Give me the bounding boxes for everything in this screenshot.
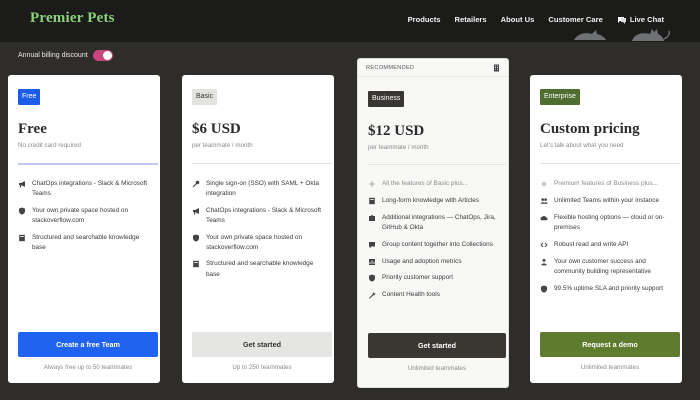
- plan-footnote: Unlimited teammates: [407, 365, 467, 372]
- feature-item: 99.5% uptime SLA and priority support: [540, 284, 676, 294]
- megaphone-icon: [192, 207, 200, 215]
- code-icon: [540, 241, 548, 249]
- feature-list: Premium features of Business plus... Unl…: [540, 179, 676, 301]
- plan-badge: Business: [368, 91, 405, 107]
- feature-item: Group content together into Collections: [368, 240, 502, 250]
- plan-badge: Enterprise: [540, 89, 580, 105]
- live-chat-label: Live Chat: [629, 15, 664, 24]
- feature-item: Additional integrations — ChatOps, Jira,…: [368, 213, 502, 234]
- plan-price: $12 USD: [368, 123, 425, 139]
- feature-list: Single sign-on (SSO) with SAML + Okta in…: [192, 179, 328, 286]
- plan-card-enterprise: Enterprise Custom pricing Let’s talk abo…: [530, 75, 682, 383]
- shield-icon: [18, 207, 26, 215]
- feature-item: Your own customer success and community …: [540, 257, 676, 278]
- plan-badge: Basic: [192, 89, 218, 105]
- plan-footnote: Always free up to 50 teammates: [43, 364, 133, 371]
- plus-icon: [540, 180, 548, 188]
- plan-divider: [540, 163, 680, 164]
- chart-icon: [368, 258, 376, 266]
- puzzle-icon: [368, 214, 376, 222]
- nav-item-products[interactable]: Products: [408, 15, 441, 24]
- feature-item: ChatOps integrations - Slack & Microsoft…: [18, 179, 154, 200]
- plan-price: Free: [18, 121, 47, 137]
- feature-item: Usage and adoption metrics: [368, 257, 502, 267]
- shield-icon: [540, 285, 548, 293]
- request-demo-button[interactable]: Request a demo: [540, 332, 680, 357]
- chat-bubble-icon: [617, 16, 626, 24]
- feature-item: Unlimited Teams within your instance: [540, 196, 676, 206]
- feature-item: Structured and searchable knowledge base: [18, 233, 154, 254]
- shield-icon: [192, 234, 200, 242]
- live-chat-link[interactable]: Live Chat: [617, 15, 664, 24]
- feature-item: Robust read and write API: [540, 240, 676, 250]
- plan-subtitle: No credit card required: [18, 142, 81, 149]
- book-icon: [18, 234, 26, 242]
- plan-card-business: RECOMMENDED Business $12 USD per teammat…: [357, 58, 509, 388]
- get-started-business-button[interactable]: Get started: [368, 333, 506, 358]
- plan-subtitle: per teammate / month: [192, 142, 253, 149]
- plan-subtitle: Let’s talk about what you need: [540, 142, 624, 149]
- brand-logo[interactable]: Premier Pets: [30, 10, 115, 27]
- building-icon: [493, 64, 500, 72]
- get-started-basic-button[interactable]: Get started: [192, 332, 332, 357]
- top-navbar: Premier Pets Products Retailers About Us…: [0, 0, 700, 42]
- nav-item-retailers[interactable]: Retailers: [455, 15, 487, 24]
- nav-item-about-us[interactable]: About Us: [501, 15, 535, 24]
- plan-price: $6 USD: [192, 121, 241, 137]
- feature-item: Structured and searchable knowledge base: [192, 259, 328, 280]
- plan-subtitle: per teammate / month: [368, 144, 429, 151]
- feature-item: Flexible hosting options — cloud or on-p…: [540, 213, 676, 234]
- nav-item-customer-care[interactable]: Customer Care: [548, 15, 602, 24]
- cloud-icon: [540, 214, 548, 222]
- key-icon: [192, 180, 200, 188]
- feature-item: Content Health tools: [368, 290, 502, 300]
- plan-footnote: Up to 250 teammates: [232, 364, 292, 371]
- annual-billing-toggle[interactable]: [92, 50, 113, 61]
- feature-item: All the features of Basic plus...: [368, 179, 502, 189]
- megaphone-icon: [18, 180, 26, 188]
- feature-item: Premium features of Business plus...: [540, 179, 676, 189]
- feature-item: Priority customer support: [368, 273, 502, 283]
- recommended-header: RECOMMENDED: [358, 59, 508, 77]
- shield-icon: [368, 274, 376, 282]
- book-icon: [192, 260, 200, 268]
- person-icon: [540, 258, 548, 266]
- chat-icon: [368, 241, 376, 249]
- feature-item: Your own private space hosted on stackov…: [18, 206, 154, 227]
- plan-divider: [192, 163, 332, 164]
- wrench-icon: [368, 291, 376, 299]
- recommended-label: RECOMMENDED: [366, 64, 415, 71]
- feature-item: Long-form knowledge with Articles: [368, 196, 502, 206]
- create-free-team-button[interactable]: Create a free Team: [18, 332, 158, 357]
- plan-card-free: Free Free No credit card required ChatOp…: [8, 75, 160, 383]
- feature-item: Single sign-on (SSO) with SAML + Okta in…: [192, 179, 328, 200]
- feature-item: ChatOps integrations - Slack & Microsoft…: [192, 206, 328, 227]
- plus-icon: [368, 180, 376, 188]
- users-icon: [540, 197, 548, 205]
- toggle-knob: [102, 51, 112, 60]
- feature-list: ChatOps integrations - Slack & Microsoft…: [18, 179, 154, 259]
- book-icon: [368, 197, 376, 205]
- billing-toggle-row: Annual billing discount: [18, 50, 113, 61]
- plan-divider: [368, 164, 506, 165]
- billing-toggle-label: Annual billing discount: [18, 52, 88, 59]
- plan-price: Custom pricing: [540, 121, 640, 137]
- main-nav: Products Retailers About Us Customer Car…: [408, 15, 664, 24]
- feature-list: All the features of Basic plus... Long-f…: [368, 179, 502, 307]
- plan-badge: Free: [18, 89, 41, 105]
- feature-item: Your own private space hosted on stackov…: [192, 233, 328, 254]
- cats-silhouette-icon: [574, 29, 670, 41]
- plan-divider: [18, 163, 158, 165]
- plan-footnote: Unlimited teammates: [580, 364, 640, 371]
- plan-card-basic: Basic $6 USD per teammate / month Single…: [182, 75, 334, 383]
